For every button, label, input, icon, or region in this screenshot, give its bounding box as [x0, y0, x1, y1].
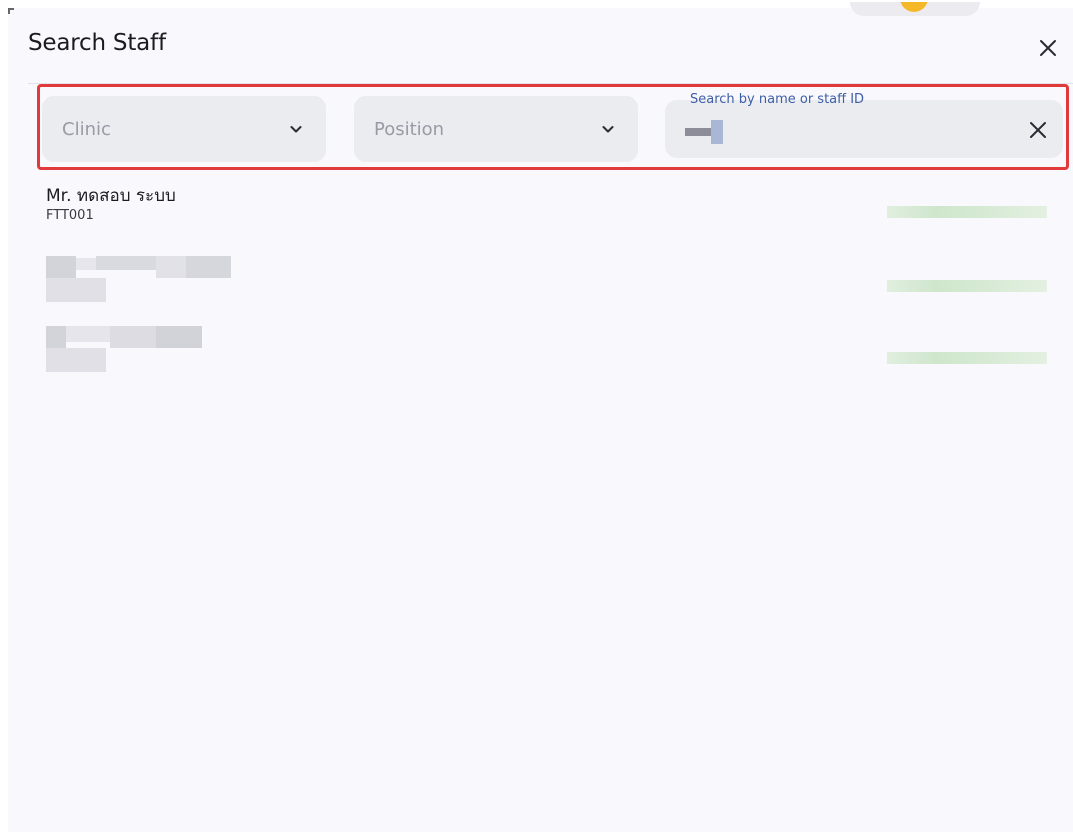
- close-icon: [1030, 122, 1046, 138]
- corner-mark: [8, 8, 14, 14]
- staff-result-row[interactable]: Mr. ทดสอบ ระบบ FTT001: [8, 180, 1073, 242]
- search-input-value: [685, 118, 725, 144]
- redacted-staff-name: [46, 326, 231, 374]
- chevron-down-icon: [602, 126, 614, 133]
- staff-status-badge: [887, 280, 1047, 292]
- dialog-title: Search Staff: [28, 30, 166, 56]
- clinic-select[interactable]: Clinic: [42, 96, 326, 162]
- badge-dot: [900, 2, 928, 12]
- clinic-select-label: Clinic: [62, 118, 111, 140]
- staff-name: Mr. ทดสอบ ระบบ: [46, 186, 176, 206]
- position-select-label: Position: [374, 118, 445, 140]
- close-icon: [1040, 40, 1056, 56]
- chevron-down-icon: [290, 126, 302, 133]
- staff-status-badge: [887, 206, 1047, 218]
- staff-id: FTT001: [46, 208, 94, 223]
- staff-status-badge: [887, 352, 1047, 364]
- position-select[interactable]: Position: [354, 96, 638, 162]
- search-staff-dialog: Search Staff Clinic Position Search by n…: [8, 2, 1073, 832]
- clear-search-button[interactable]: [1024, 116, 1052, 144]
- redacted-staff-name: [46, 256, 231, 304]
- search-input-label: Search by name or staff ID: [690, 92, 865, 107]
- close-button[interactable]: [1032, 32, 1064, 64]
- top-badge: [850, 2, 980, 16]
